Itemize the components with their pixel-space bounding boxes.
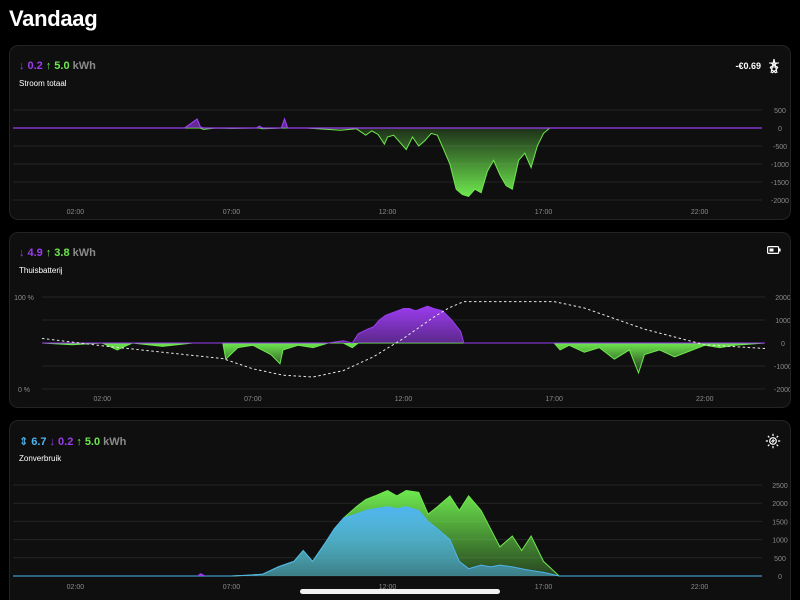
battery-chart-x-tick: 12:00: [395, 396, 413, 403]
battery-card[interactable]: ↓ 4.9 ↑ 3.8 kWh Thuisbatterij 2000 1000 0-…: [9, 232, 791, 408]
solar-chart-y-tick: 1500: [772, 519, 788, 526]
grid-energy-card[interactable]: ↓ 0.2 ↑ 5.0 kWh Stroom totaal -€0.69 500…: [9, 45, 791, 220]
grid-import-area: [13, 119, 762, 128]
solar-chart-y-tick: 500: [774, 556, 786, 563]
solar-chart-x-tick: 02:00: [67, 584, 85, 591]
grid-chart-y-tick: -500: [773, 144, 787, 151]
grid-chart-y-tick: -1500: [771, 180, 789, 187]
grid-power-chart[interactable]: 500 0 -500 -1000 -1500 -2000 02:00 07:00 12:00 17…: [10, 46, 791, 220]
solar-card[interactable]: ⇕ 6.7 ↓ 0.2 ↑ 5.0 kWh Zonverbruik 2500 20…: [9, 420, 791, 600]
grid-chart-x-tick: 17:00: [535, 209, 553, 216]
grid-chart-y-tick: -2000: [771, 198, 789, 205]
battery-discharge-area: [42, 343, 765, 373]
grid-chart-x-tick: 07:00: [223, 209, 241, 216]
grid-chart-y-tick: -1000: [771, 162, 789, 169]
grid-chart-x-tick: 02:00: [67, 209, 85, 216]
home-indicator[interactable]: [300, 589, 500, 594]
solar-chart-x-tick: 17:00: [535, 584, 553, 591]
battery-power-chart[interactable]: 2000 1000 0 -1000 -2000 02:00 07:00 12:00 17:00 2…: [10, 233, 791, 408]
battery-chart-y-tick: -1000: [774, 364, 791, 371]
battery-chart-y-tick: -2000: [774, 387, 791, 394]
grid-export-line: [13, 127, 762, 197]
page-title: Vandaag: [9, 6, 98, 31]
solar-chart-x-tick: 22:00: [691, 584, 709, 591]
solar-self-consumption-area: [13, 506, 762, 576]
solar-chart-y-tick: 2000: [772, 501, 788, 508]
battery-chart-x-tick: 17:00: [545, 396, 563, 403]
battery-chart-x-tick: 02:00: [93, 396, 111, 403]
grid-chart-y-tick: 0: [778, 126, 782, 133]
battery-chart-y-tick: 1000: [775, 318, 791, 325]
solar-chart-y-tick: 2500: [772, 483, 788, 490]
grid-chart-x-tick: 12:00: [379, 209, 397, 216]
battery-chart-y-tick: 2000: [775, 295, 791, 302]
battery-chart-y-tick: 0: [781, 341, 785, 348]
solar-power-chart[interactable]: 2500200015001000500002:00 07:00 12:00 17:00…: [10, 421, 791, 600]
battery-chart-soc-tick: 0 %: [18, 387, 30, 394]
solar-import-area: [197, 573, 207, 576]
battery-chart-x-tick: 07:00: [244, 396, 262, 403]
solar-chart-y-tick: 0: [778, 574, 782, 581]
battery-charge-area: [42, 306, 765, 343]
grid-import-line: [13, 117, 762, 129]
battery-chart-soc-tick: 100 %: [14, 295, 34, 302]
grid-chart-x-tick: 22:00: [691, 209, 709, 216]
solar-chart-x-tick: 07:00: [223, 584, 241, 591]
solar-chart-y-tick: 1000: [772, 538, 788, 545]
grid-chart-y-tick: 500: [774, 108, 786, 115]
battery-chart-x-tick: 22:00: [696, 396, 714, 403]
